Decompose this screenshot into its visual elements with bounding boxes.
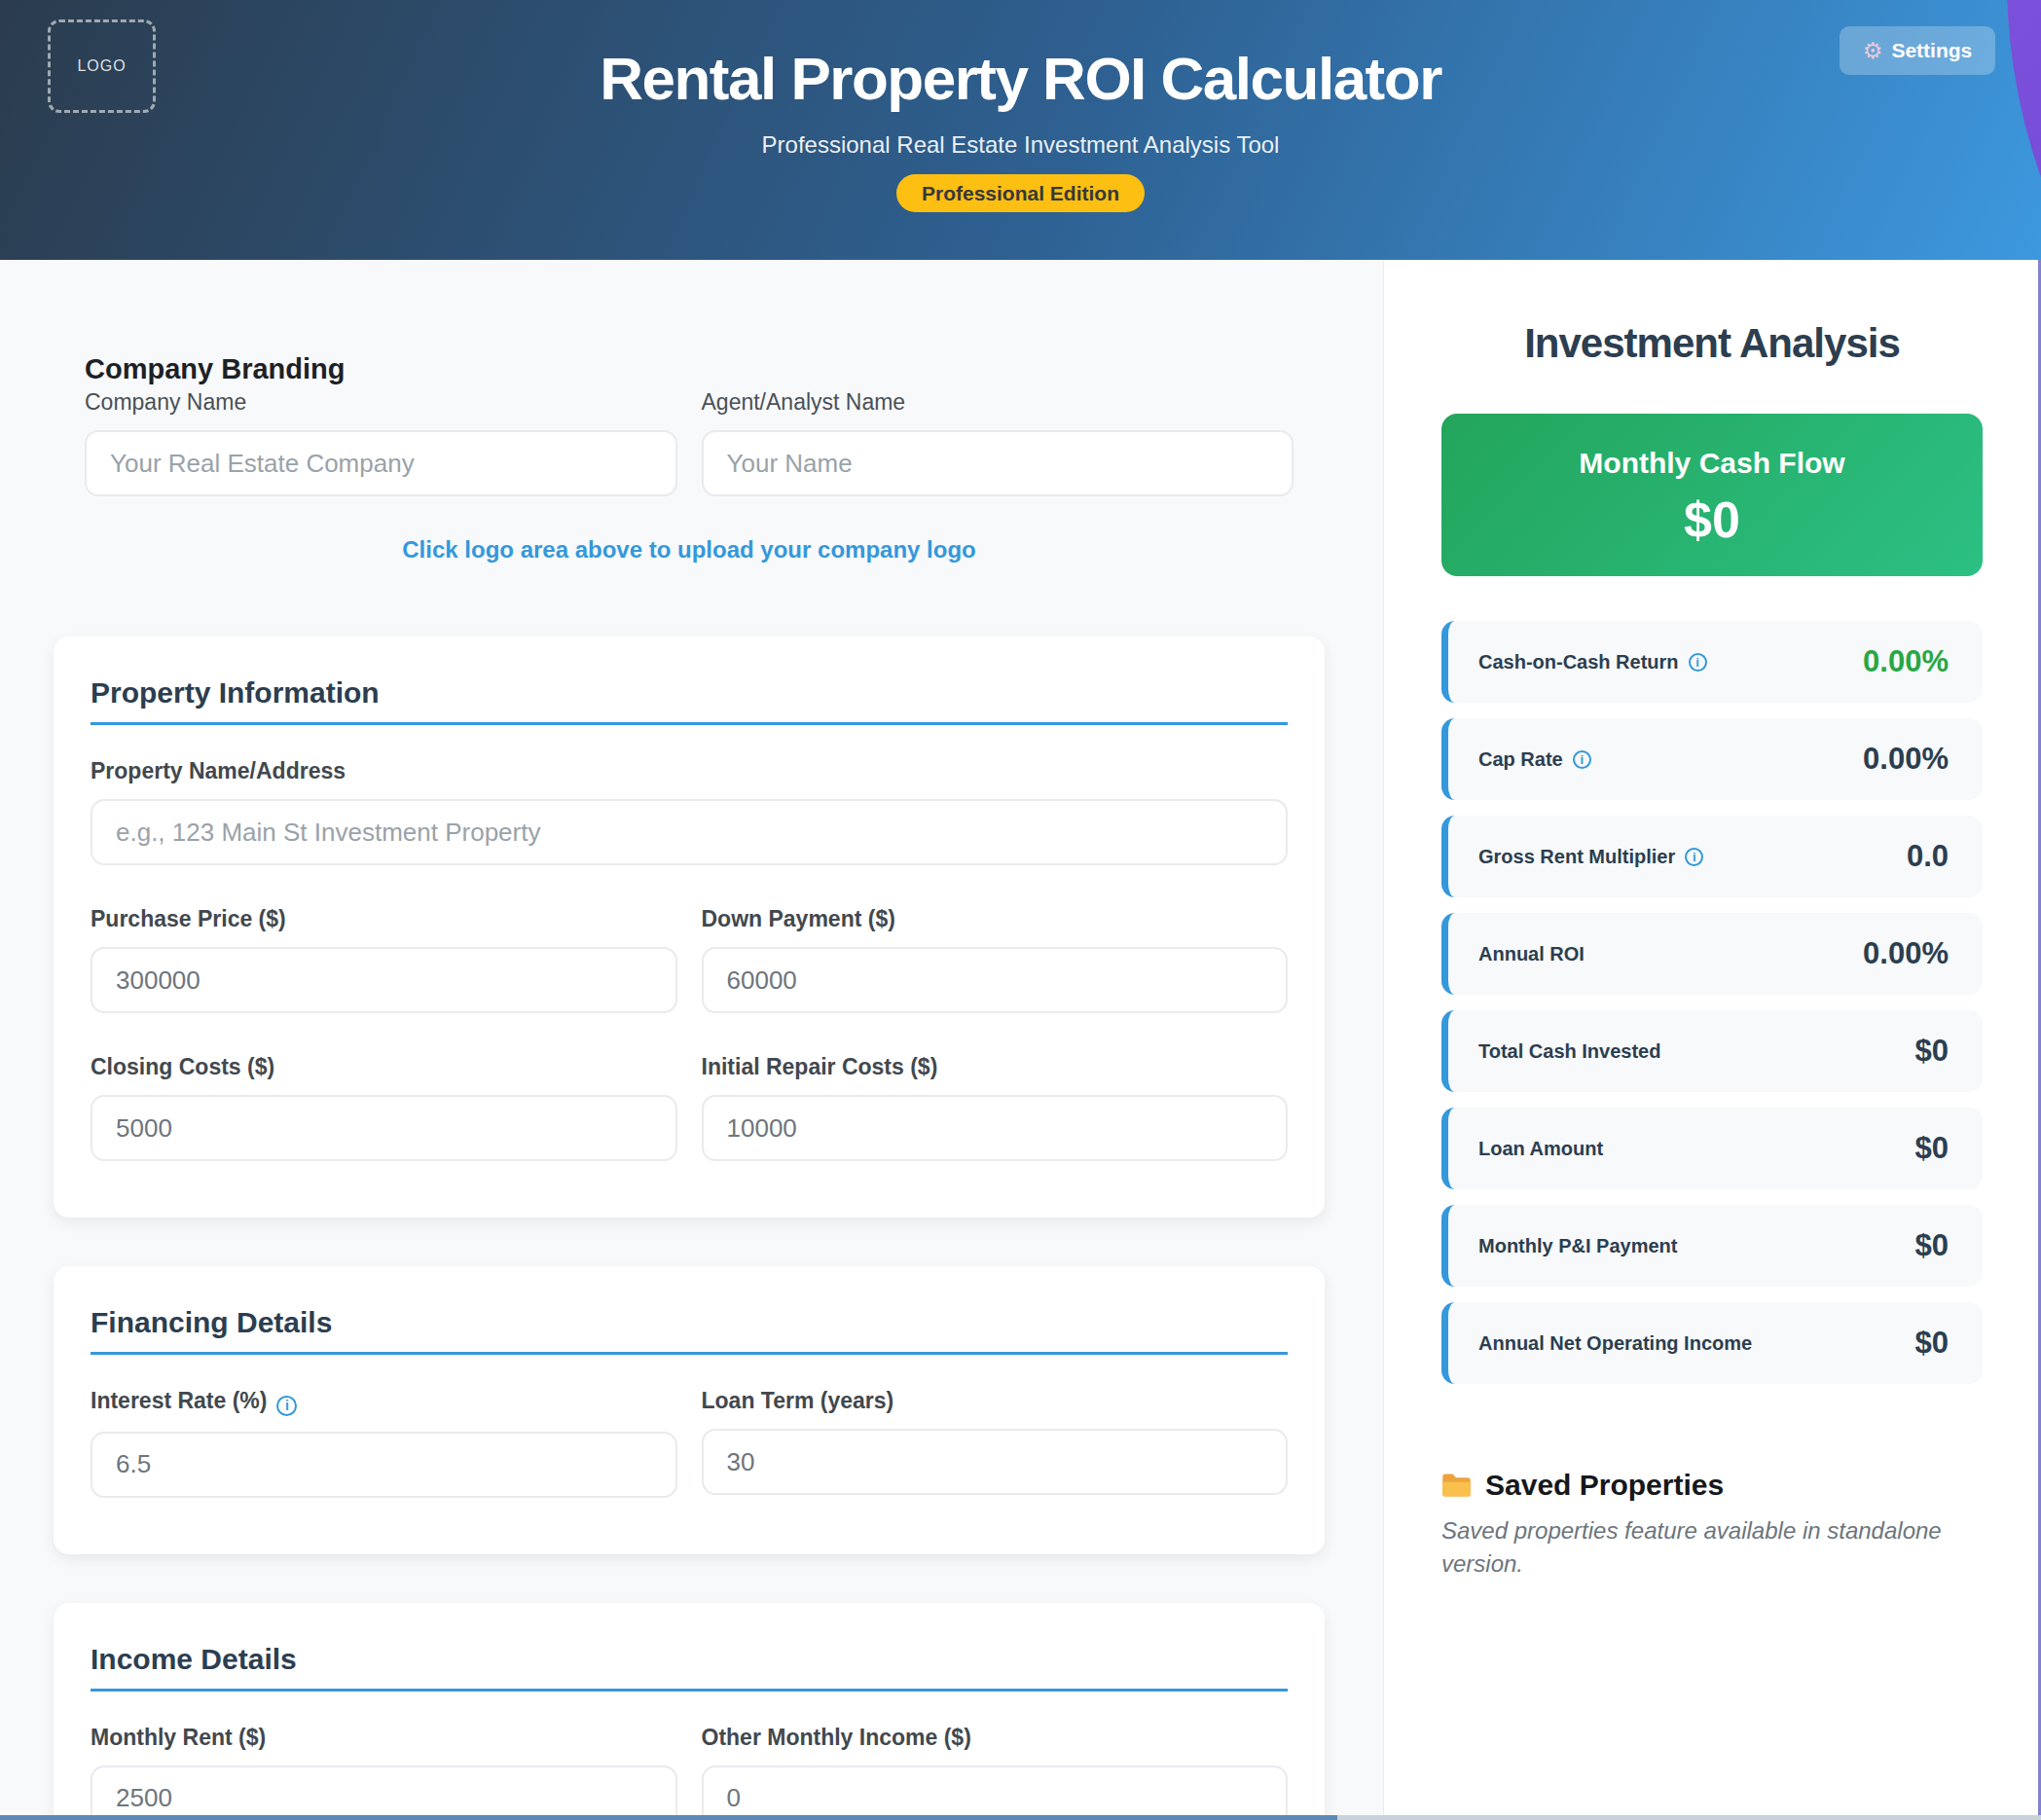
metric-label: Annual Net Operating Income [1478, 1332, 1752, 1355]
metric-row-gross-rent-multiplier: Gross Rent Multiplieri 0.0 [1441, 816, 1983, 897]
closing-costs-label: Closing Costs ($) [91, 1054, 677, 1079]
agent-name-label: Agent/Analyst Name [702, 389, 1294, 415]
monthly-rent-input[interactable] [91, 1765, 677, 1820]
metric-label: Total Cash Invested [1478, 1040, 1660, 1063]
down-payment-input[interactable] [702, 947, 1289, 1013]
loan-term-input[interactable] [702, 1429, 1289, 1495]
horizontal-scrollbar-thumb[interactable] [0, 1815, 1337, 1820]
metric-label: Cap Ratei [1478, 748, 1591, 771]
investment-analysis-panel: Investment Analysis Monthly Cash Flow $0… [1383, 260, 2041, 1820]
financing-details-heading: Financing Details [91, 1305, 1288, 1355]
cash-on-cash-info-icon[interactable]: i [1689, 653, 1707, 672]
metric-value: $0 [1915, 1228, 1949, 1263]
metric-label: Annual ROI [1478, 943, 1585, 965]
metric-value: 0.00% [1863, 742, 1949, 777]
down-payment-label: Down Payment ($) [702, 906, 1289, 931]
settings-button-label: Settings [1891, 39, 1972, 62]
saved-properties-section: Saved Properties Saved properties featur… [1441, 1468, 1983, 1581]
horizontal-scrollbar[interactable] [0, 1815, 2041, 1820]
metric-row-monthly-pi-payment: Monthly P&I Payment $0 [1441, 1205, 1983, 1287]
settings-button[interactable]: ⚙ Settings [1840, 26, 1995, 75]
other-income-input[interactable] [702, 1765, 1289, 1820]
metric-label: Gross Rent Multiplieri [1478, 846, 1703, 868]
investment-analysis-heading: Investment Analysis [1441, 320, 1983, 367]
saved-properties-note: Saved properties feature available in st… [1441, 1514, 1972, 1581]
metric-label: Monthly P&I Payment [1478, 1235, 1677, 1257]
app: LOGO Rental Property ROI Calculator Prof… [0, 0, 2041, 1820]
saved-properties-heading: Saved Properties [1441, 1468, 1983, 1503]
form-column: Company Branding Company Name Agent/Anal… [0, 260, 1383, 1820]
closing-costs-input[interactable] [91, 1095, 677, 1161]
metric-row-cash-on-cash-return: Cash-on-Cash Returni 0.00% [1441, 621, 1983, 703]
repair-costs-label: Initial Repair Costs ($) [702, 1054, 1289, 1079]
metric-row-cap-rate: Cap Ratei 0.00% [1441, 718, 1983, 800]
income-details-heading: Income Details [91, 1642, 1288, 1692]
metric-row-total-cash-invested: Total Cash Invested $0 [1441, 1010, 1983, 1092]
company-branding-section: Company Branding Company Name Agent/Anal… [54, 352, 1325, 564]
company-name-label: Company Name [85, 389, 677, 415]
company-branding-heading: Company Branding [85, 352, 1294, 385]
page-subtitle: Professional Real Estate Investment Anal… [0, 130, 2041, 160]
repair-costs-input[interactable] [702, 1095, 1289, 1161]
gear-icon: ⚙ [1863, 38, 1883, 64]
cap-rate-info-icon[interactable]: i [1573, 750, 1591, 769]
edition-badge: Professional Edition [896, 174, 1145, 212]
company-name-input[interactable] [85, 430, 677, 496]
purchase-price-label: Purchase Price ($) [91, 906, 677, 931]
metric-row-loan-amount: Loan Amount $0 [1441, 1108, 1983, 1189]
metric-value: 0.00% [1863, 936, 1949, 971]
interest-rate-input[interactable] [91, 1432, 677, 1498]
metric-value: $0 [1915, 1326, 1949, 1361]
metric-value: $0 [1915, 1131, 1949, 1166]
page-title: Rental Property ROI Calculator [0, 45, 2041, 113]
metric-value: 0.0 [1907, 839, 1949, 874]
monthly-cashflow-value: $0 [1441, 491, 1983, 549]
property-information-card: Property Information Property Name/Addre… [54, 637, 1325, 1218]
metric-value: 0.00% [1863, 644, 1949, 679]
gross-rent-multiplier-info-icon[interactable]: i [1685, 848, 1703, 866]
income-details-card: Income Details Monthly Rent ($) Other Mo… [54, 1603, 1325, 1820]
other-income-label: Other Monthly Income ($) [702, 1725, 1289, 1750]
interest-rate-info-icon[interactable]: i [276, 1396, 297, 1416]
monthly-cashflow-card: Monthly Cash Flow $0 [1441, 414, 1983, 576]
monthly-rent-label: Monthly Rent ($) [91, 1725, 677, 1750]
metric-label: Loan Amount [1478, 1138, 1603, 1160]
metric-row-annual-net-operating-income: Annual Net Operating Income $0 [1441, 1302, 1983, 1384]
purchase-price-input[interactable] [91, 947, 677, 1013]
monthly-cashflow-label: Monthly Cash Flow [1441, 446, 1983, 481]
logo-upload-hint: Click logo area above to upload your com… [85, 536, 1294, 564]
property-name-input[interactable] [91, 799, 1288, 865]
metric-row-annual-roi: Annual ROI 0.00% [1441, 913, 1983, 995]
interest-rate-label: Interest Rate (%)i [91, 1388, 677, 1416]
folder-icon [1441, 1472, 1472, 1499]
property-information-heading: Property Information [91, 675, 1288, 725]
metric-label: Cash-on-Cash Returni [1478, 651, 1707, 673]
content: Company Branding Company Name Agent/Anal… [0, 260, 2041, 1820]
metric-value: $0 [1915, 1034, 1949, 1069]
app-header: LOGO Rental Property ROI Calculator Prof… [0, 0, 2041, 260]
loan-term-label: Loan Term (years) [702, 1388, 1289, 1413]
property-name-label: Property Name/Address [91, 758, 1288, 783]
financing-details-card: Financing Details Interest Rate (%)i Loa… [54, 1266, 1325, 1554]
agent-name-input[interactable] [702, 430, 1294, 496]
